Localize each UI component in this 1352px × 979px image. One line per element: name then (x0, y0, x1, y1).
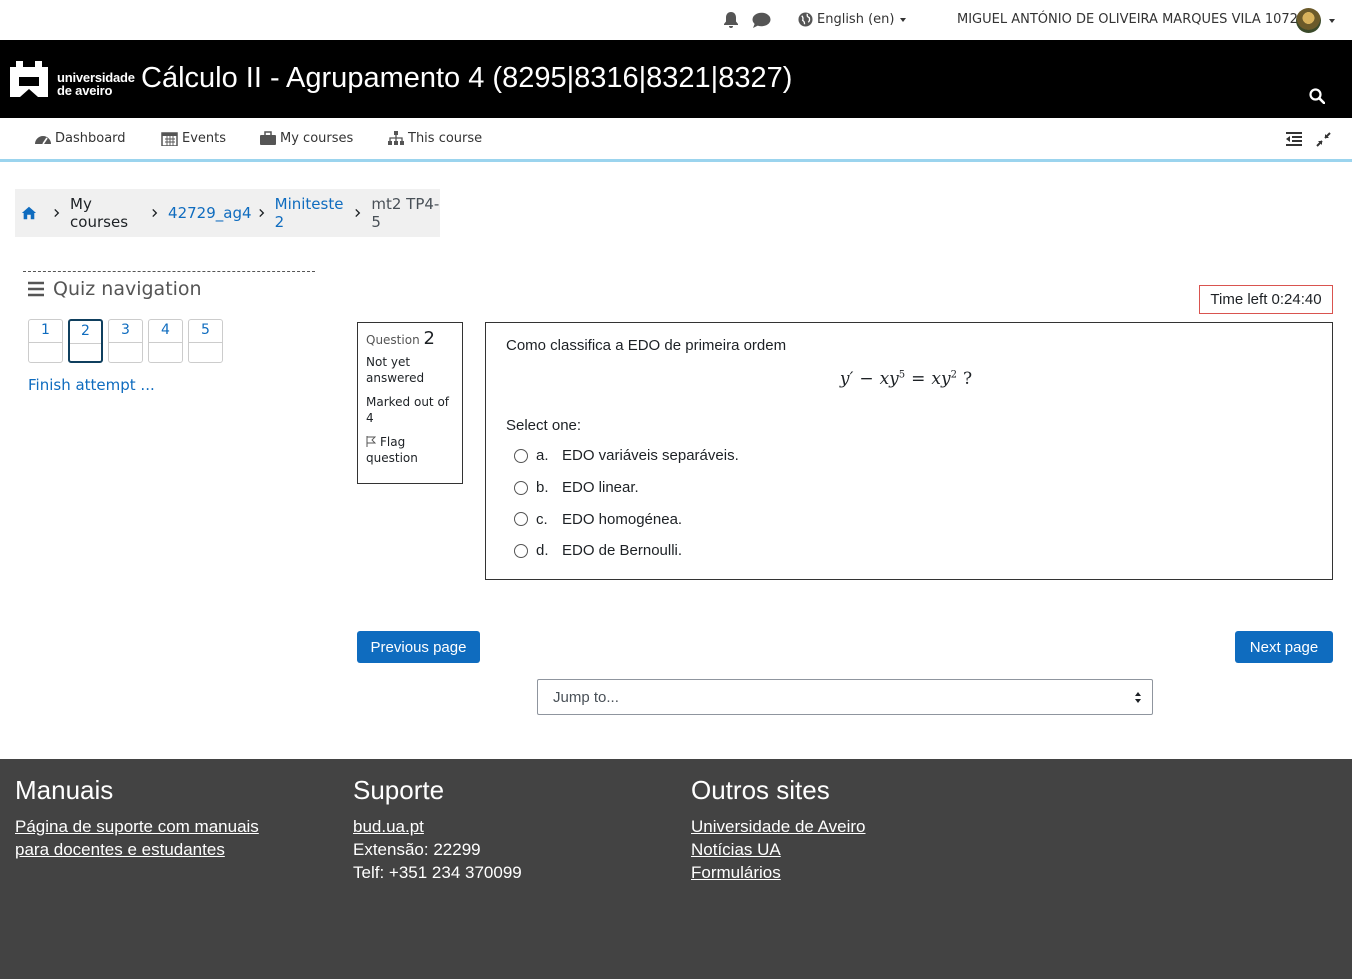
formularios-link[interactable]: Formulários (691, 861, 866, 884)
question-button-5[interactable]: 5 (188, 319, 223, 363)
language-label: English (en) (817, 12, 895, 27)
search-icon[interactable] (1309, 88, 1325, 104)
question-buttons: 1 2 3 4 5 (28, 319, 223, 363)
collapse-fullscreen-icon[interactable] (1316, 132, 1331, 147)
nav-this-course[interactable]: This course (387, 131, 482, 146)
nav-events[interactable]: Events (161, 131, 226, 146)
messages-chat-icon[interactable] (752, 12, 771, 29)
radio-button[interactable] (514, 543, 528, 558)
answer-options: a. EDO variáveis separáveis. b. EDO line… (514, 440, 739, 567)
question-text: Como classifica a EDO de primeira ordem (506, 337, 787, 354)
previous-page-button[interactable]: Previous page (357, 631, 480, 663)
site-header: universidade de aveiro Cálculo II - Agru… (0, 40, 1352, 118)
question-button-3[interactable]: 3 (108, 319, 143, 363)
manuals-support-link[interactable]: Página de suporte com manuais para docen… (15, 815, 259, 861)
notifications-bell-icon[interactable] (722, 11, 740, 29)
radio-button[interactable] (514, 448, 528, 463)
question-info: Question 2 Not yet answered Marked out o… (357, 322, 463, 484)
breadcrumb-my-courses[interactable]: My courses (70, 195, 145, 231)
answer-option-a[interactable]: a. EDO variáveis separáveis. (514, 440, 739, 472)
university-logo-icon[interactable] (8, 59, 50, 102)
bud-support-link[interactable]: bud.ua.pt (353, 815, 522, 838)
hamburger-menu-icon (28, 281, 44, 297)
support-phone: Telf: +351 234 370099 (353, 863, 522, 882)
universidade-aveiro-link[interactable]: Universidade de Aveiro (691, 815, 866, 838)
chevron-right-icon (258, 208, 264, 218)
primary-navigation: Dashboard Events My courses This course (0, 118, 1352, 162)
course-title: Cálculo II - Agrupamento 4 (8295|8316|83… (141, 62, 793, 94)
dashboard-gauge-icon (35, 136, 51, 145)
quiz-navigation-title[interactable]: Quiz navigation (27, 278, 315, 300)
chevron-right-icon (54, 208, 60, 218)
question-state: Not yet answered (366, 355, 425, 385)
breadcrumb-quiz[interactable]: Miniteste 2 (275, 195, 349, 231)
site-footer: Manuais Página de suporte com manuais pa… (0, 759, 1352, 979)
question-content: Como classifica a EDO de primeira ordem … (485, 322, 1333, 580)
support-extension: Extensão: 22299 (353, 840, 481, 859)
breadcrumb-course[interactable]: 42729_ag4 (168, 204, 251, 222)
nav-dashboard[interactable]: Dashboard (34, 131, 126, 146)
footer-manuais: Manuais Página de suporte com manuais pa… (15, 775, 259, 861)
calendar-icon (161, 132, 178, 146)
briefcase-icon (260, 131, 276, 145)
question-label: Question (366, 333, 420, 347)
chevron-right-icon (355, 208, 361, 218)
flag-question-link[interactable]: Flag question (366, 434, 454, 466)
chevron-down-icon (900, 17, 907, 22)
globe-icon (798, 12, 813, 27)
question-grade: Marked out of 4 (366, 395, 450, 425)
nav-my-courses[interactable]: My courses (259, 131, 353, 146)
select-one-label: Select one: (506, 417, 582, 434)
breadcrumb: My courses 42729_ag4 Miniteste 2 mt2 TP4… (15, 189, 440, 237)
chevron-right-icon (152, 208, 158, 218)
sitemap-icon (388, 131, 404, 145)
footer-outros-sites: Outros sites Universidade de Aveiro Notí… (691, 775, 866, 884)
university-logo-text[interactable]: universidade de aveiro (57, 71, 135, 97)
select-arrows-icon (1135, 692, 1141, 703)
home-icon[interactable] (21, 205, 37, 221)
footer-suporte: Suporte bud.ua.pt Extensão: 22299 Telf: … (353, 775, 522, 882)
next-page-button[interactable]: Next page (1235, 631, 1333, 663)
user-name[interactable]: MIGUEL ANTÓNIO DE OLIVEIRA MARQUES VILA … (957, 12, 1315, 27)
chevron-down-icon[interactable] (1329, 19, 1335, 23)
answer-option-b[interactable]: b. EDO linear. (514, 472, 739, 504)
toggle-drawer-icon[interactable] (1285, 132, 1303, 146)
question-button-4[interactable]: 4 (148, 319, 183, 363)
top-bar: English (en) MIGUEL ANTÓNIO DE OLIVEIRA … (0, 0, 1352, 40)
quiz-navigation-block: Quiz navigation 1 2 3 4 5 Finish attempt… (23, 271, 315, 394)
question-number: 2 (423, 328, 435, 349)
question-formula: y′ − xy5 = xy2? (839, 369, 973, 389)
finish-attempt-link[interactable]: Finish attempt ... (28, 376, 155, 394)
radio-button[interactable] (514, 512, 528, 527)
question-button-1[interactable]: 1 (28, 319, 63, 363)
question-button-2[interactable]: 2 (68, 319, 103, 363)
breadcrumb-current: mt2 TP4-5 (371, 195, 440, 231)
answer-option-d[interactable]: d. EDO de Bernoulli. (514, 535, 739, 567)
noticias-ua-link[interactable]: Notícias UA (691, 838, 866, 861)
avatar[interactable] (1296, 8, 1321, 33)
language-menu[interactable]: English (en) (798, 12, 907, 27)
answer-option-c[interactable]: c. EDO homogénea. (514, 503, 739, 535)
radio-button[interactable] (514, 480, 528, 495)
jump-to-select[interactable]: Jump to... (537, 679, 1153, 715)
time-left: Time left 0:24:40 (1199, 285, 1333, 314)
flag-icon (366, 436, 377, 447)
